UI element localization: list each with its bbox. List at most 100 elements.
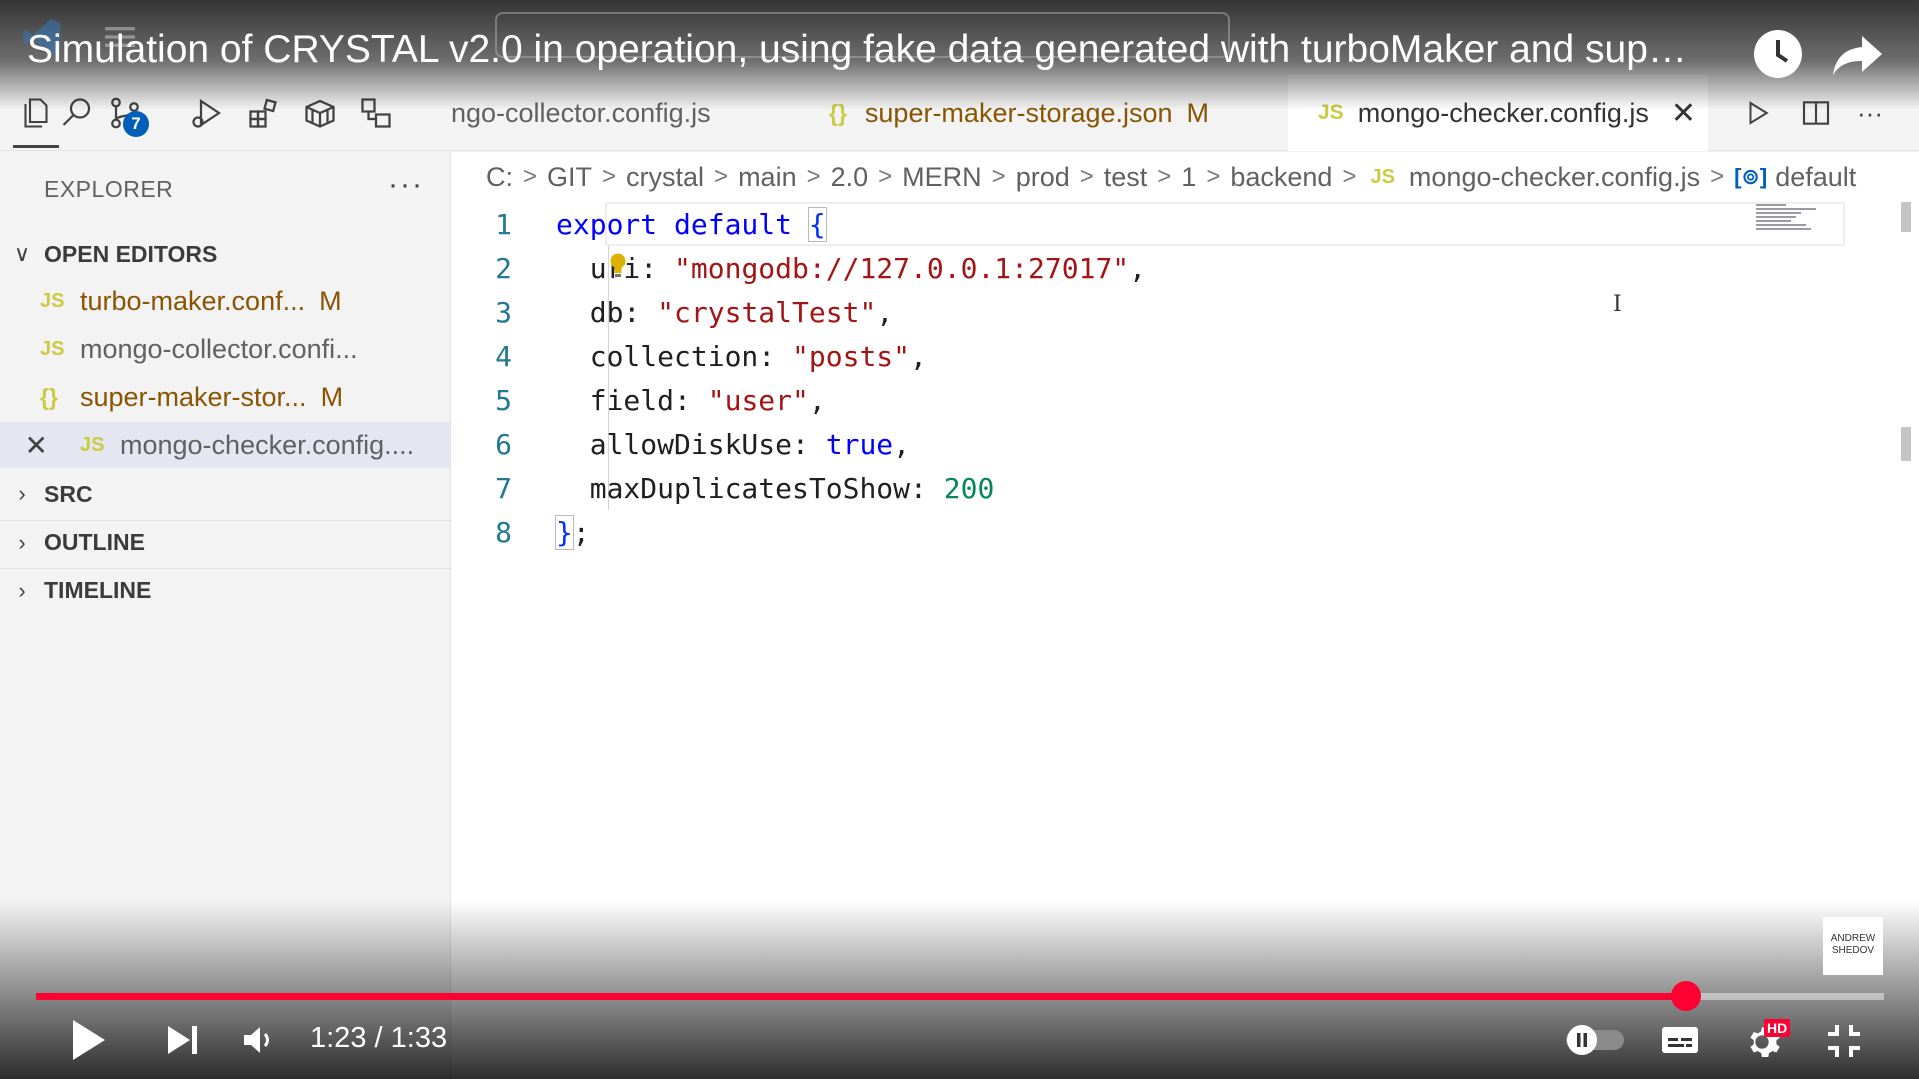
code-line[interactable]: 7 maxDuplicatesToShow: 200 [451,466,1751,510]
video-title[interactable]: Simulation of CRYSTAL v2.0 in operation,… [27,28,1727,72]
js-file-icon: JS [1370,165,1395,188]
chevron-right-icon: › [18,577,26,603]
string-value: "user" [707,383,809,417]
time-separator: / [374,1022,383,1054]
string-value: "posts" [792,339,911,373]
breadcrumb-item[interactable]: crystal [626,162,704,193]
boolean-value: true [825,427,894,461]
code-line[interactable]: 1 export default { [451,202,1751,246]
bracket: } [555,514,574,550]
punctuation: , [876,295,894,329]
punctuation: , [893,427,911,461]
keyword: export default [556,207,793,241]
symbol-variable-icon: [⊚] [1734,164,1768,189]
line-number: 1 [495,207,512,241]
code-line[interactable]: 5 field: "user", [451,378,1751,422]
string-value: "mongodb://127.0.0.1:27017" [674,251,1130,285]
chevron-right-icon: › [18,481,26,506]
scrollbar-thumb[interactable] [1901,202,1911,232]
exit-fullscreen-icon[interactable] [1822,1020,1866,1062]
current-time: 1:23 [310,1022,367,1054]
chevron-right-icon: > [1342,163,1357,190]
breadcrumb-item[interactable]: GIT [547,162,592,193]
next-button[interactable] [160,1018,204,1062]
breadcrumb-item[interactable]: main [738,162,797,193]
open-editor-item[interactable]: {} super-maker-stor... M [0,374,451,420]
volume-icon[interactable] [236,1018,280,1062]
autoplay-toggle[interactable] [1562,1022,1628,1058]
lightbulb-icon[interactable] [609,252,627,278]
chevron-right-icon: > [1206,163,1221,190]
subtitles-icon[interactable] [1658,1020,1702,1060]
section-open-editors[interactable]: ∨ OPEN EDITORS [0,232,451,276]
property-key: db: [589,295,658,329]
code-line[interactable]: 3 db: "crystalTest", [451,290,1751,334]
js-file-icon: JS [80,433,105,456]
section-label: SRC [44,480,93,507]
chevron-right-icon: > [991,163,1006,190]
punctuation: ; [572,515,590,549]
open-editor-item-active[interactable]: ✕ JS mongo-checker.config.... [0,422,451,468]
watch-later-icon[interactable] [1752,28,1804,80]
json-file-icon: {} [40,383,58,410]
section-label: OPEN EDITORS [44,240,218,267]
settings-gear-icon[interactable]: HD [1742,1016,1798,1064]
breadcrumb-item[interactable]: test [1104,162,1148,193]
share-icon[interactable] [1830,28,1886,80]
js-file-icon: JS [40,289,65,312]
progress-bar[interactable] [36,981,1884,1011]
section-src[interactable]: › SRC [0,472,451,516]
punctuation: , [1129,251,1147,285]
chevron-right-icon: > [602,163,617,190]
total-time: 1:33 [390,1022,448,1054]
play-button[interactable] [66,1016,110,1064]
close-icon[interactable]: ✕ [0,429,60,462]
video-top-overlay: Simulation of CRYSTAL v2.0 in operation,… [0,0,1919,110]
vertical-scrollbar[interactable] [1899,202,1913,862]
code-line[interactable]: 4 collection: "posts", [451,334,1751,378]
breadcrumb-item[interactable]: MERN [902,162,982,193]
chevron-right-icon: > [1710,163,1725,190]
chevron-right-icon: > [1079,163,1094,190]
breadcrumb-item[interactable]: default [1775,162,1856,193]
open-editor-item[interactable]: JS mongo-collector.confi... [0,326,451,372]
property-key: uri: [589,251,675,285]
breadcrumb-item[interactable]: prod [1016,162,1070,193]
js-file-icon: JS [40,337,65,360]
property-key: maxDuplicatesToShow: [589,471,944,505]
file-name: turbo-maker.conf... [80,285,306,316]
code-line[interactable]: 6 allowDiskUse: true, [451,422,1751,466]
chevron-right-icon: > [714,163,729,190]
section-timeline[interactable]: › TIMELINE [0,568,451,612]
hd-badge: HD [1764,1019,1791,1037]
breadcrumb: C: > GIT > crystal > main > 2.0 > MERN > prod >… [451,152,1919,202]
breadcrumb-item[interactable]: 2.0 [831,162,869,193]
code-line[interactable]: 2 uri: "mongodb://127.0.0.1:27017", [451,246,1751,290]
breadcrumb-item[interactable]: C: [486,162,513,193]
punctuation: , [910,339,927,373]
channel-watermark[interactable]: ANDREW SHEDOV [1823,917,1883,975]
sidebar-title: EXPLORER [44,176,174,202]
video-controls-overlay [0,900,1919,1079]
open-editor-item[interactable]: JS turbo-maker.conf... M [0,278,451,324]
line-number: 8 [495,515,512,549]
breadcrumb-item[interactable]: mongo-checker.config.js [1409,162,1700,193]
section-outline[interactable]: › OUTLINE [0,520,451,564]
chevron-right-icon: > [1157,163,1172,190]
more-actions-icon[interactable]: ··· [388,168,424,202]
breadcrumb-item[interactable]: backend [1230,162,1332,193]
number-value: 200 [943,471,995,505]
text-cursor-icon: I [1613,292,1622,317]
line-number: 4 [495,339,512,373]
breadcrumb-item[interactable]: 1 [1181,162,1196,193]
code-line[interactable]: 8 }; [451,510,1751,554]
line-number: 5 [495,383,512,417]
video-player[interactable]: { "video": { "title": "Simulation of CRY… [0,0,1919,1079]
property-key: collection: [589,339,793,373]
section-label: TIMELINE [44,577,152,603]
chevron-down-icon: ∨ [13,241,31,266]
file-name: mongo-checker.config.... [120,429,415,460]
file-name: mongo-collector.confi... [80,333,358,364]
scrollbar-marker [1901,427,1911,461]
minimap[interactable] [1756,204,1826,234]
